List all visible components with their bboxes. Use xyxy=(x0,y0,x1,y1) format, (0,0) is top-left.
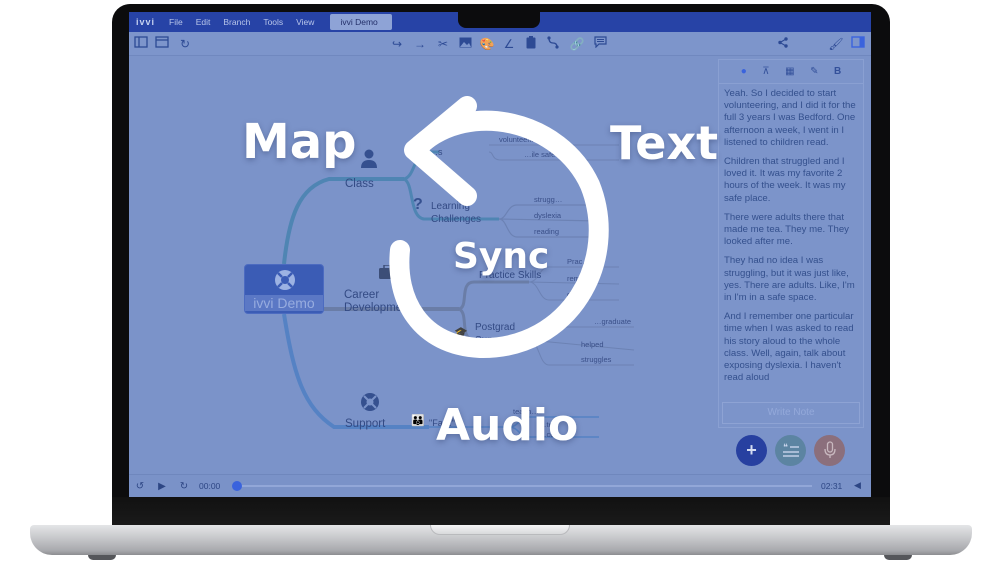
overlay-sync-label: Sync xyxy=(453,236,550,277)
sync-arrow-graphic xyxy=(389,96,609,359)
overlay-text-label: Text xyxy=(610,116,719,170)
overlay-map-label: Map xyxy=(242,114,357,170)
laptop-mockup: ivvi File Edit Branch Tools View ivvi De… xyxy=(0,0,1000,562)
overlay-audio-label: Audio xyxy=(436,400,579,451)
